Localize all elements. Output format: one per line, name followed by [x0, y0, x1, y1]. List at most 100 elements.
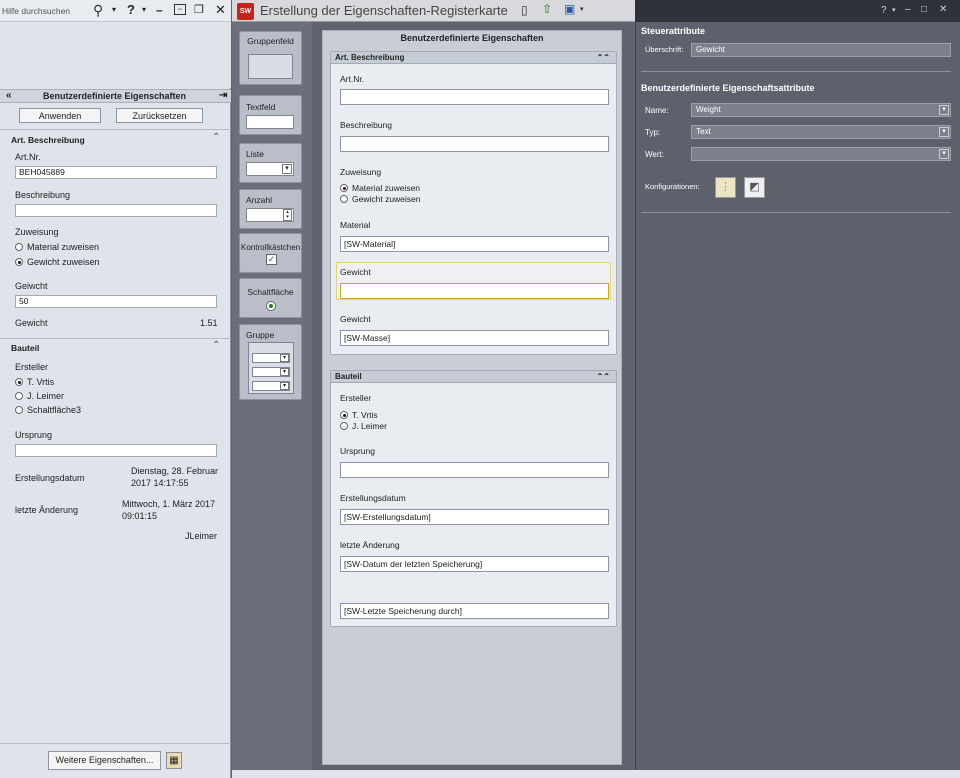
ueberschrift-label: Überschrift:: [645, 45, 684, 54]
help-dropdown-icon[interactable]: ▾: [142, 5, 146, 14]
restore-icon[interactable]: ❐: [194, 3, 204, 16]
wert-select[interactable]: ▾: [691, 147, 951, 161]
open-file-icon[interactable]: ⇧: [542, 2, 552, 16]
radio-material[interactable]: Material zuweisen: [15, 242, 99, 252]
palette-list[interactable]: Liste ▾: [239, 143, 302, 183]
configurations-list-icon[interactable]: ⋮: [715, 177, 736, 198]
radio-selected-icon: [340, 184, 348, 192]
typ-select[interactable]: Text ▾: [691, 125, 951, 139]
steuer-title: Steuerattribute: [641, 26, 706, 36]
ersteller-label: Ersteller: [340, 393, 372, 403]
gewicht-label: Gewicht: [15, 318, 48, 328]
erstdatum-field[interactable]: [SW-Erstellungsdatum]: [340, 509, 609, 525]
help-icon[interactable]: ?: [881, 5, 887, 16]
more-properties-button[interactable]: Weitere Eigenschaften...: [48, 751, 161, 770]
name-label: Name:: [645, 106, 669, 115]
palette-label: Gruppenfeld: [247, 36, 294, 46]
group-art-beschreibung[interactable]: Art. Beschreibung ⌃⌃ Art.Nr. Beschreibung…: [330, 51, 617, 355]
gewicht2-label: Gewicht: [340, 314, 371, 324]
search-dropdown-icon[interactable]: ▾: [112, 5, 116, 14]
radio-ersteller-2[interactable]: J. Leimer: [15, 391, 64, 401]
geiwcht-field[interactable]: 50: [15, 295, 217, 308]
radio-ersteller-1[interactable]: T. Vrtis: [340, 410, 378, 420]
radio-label: Schaltfläche3: [27, 405, 82, 415]
palette-radiobutton[interactable]: Schaltfläche: [239, 278, 302, 318]
collapse-section-icon[interactable]: ⌃: [212, 132, 220, 143]
help-icon[interactable]: ?: [127, 2, 135, 17]
name-select-value: Weight: [696, 105, 721, 114]
radio-ersteller-2[interactable]: J. Leimer: [340, 421, 387, 431]
reset-button[interactable]: Zurücksetzen: [116, 108, 203, 123]
radio-ersteller-1[interactable]: T. Vrtis: [15, 377, 54, 387]
collapse-icon[interactable]: ⌃⌃: [597, 52, 610, 64]
maximize-icon[interactable]: □: [921, 4, 927, 15]
konfig-label: Konfigurationen:: [645, 182, 700, 191]
radio-selected-icon: [15, 378, 23, 386]
gewicht1-field[interactable]: [340, 283, 609, 299]
configurations-select-icon[interactable]: ◩: [744, 177, 765, 198]
ueberschrift-field[interactable]: Gewicht: [691, 43, 951, 57]
artnr-field[interactable]: [340, 89, 609, 105]
by-field[interactable]: [SW-Letzte Speicherung durch]: [340, 603, 609, 619]
close-icon[interactable]: ✕: [215, 2, 226, 18]
list-preview-icon: ▾: [246, 162, 294, 176]
name-select[interactable]: Weight ▾: [691, 103, 951, 117]
radio-icon: [15, 406, 23, 414]
ersteller-label: Ersteller: [15, 362, 49, 372]
material-field[interactable]: [SW-Material]: [340, 236, 609, 252]
artnr-label: Art.Nr.: [340, 74, 365, 84]
new-file-icon[interactable]: ▯: [521, 3, 528, 17]
chevron-down-icon[interactable]: ▾: [939, 127, 949, 137]
palette-number[interactable]: Anzahl ▴ ▾: [239, 189, 302, 229]
minimize-icon[interactable]: –: [156, 3, 163, 17]
ursprung-label: Ursprung: [340, 446, 375, 456]
radio-selected-icon: [15, 258, 23, 266]
palette-label: Kontrollkästchen: [241, 243, 301, 252]
palette-label: Anzahl: [246, 195, 272, 205]
collapse-icon[interactable]: ⌃⌃: [597, 371, 610, 383]
palette-groupbox[interactable]: Gruppenfeld: [239, 31, 302, 85]
bea-title: Benutzerdefinierte Eigenschaftsattribute: [641, 83, 815, 93]
title-bar-right: ? ▾ – □ ✕: [635, 0, 960, 22]
gewicht2-field[interactable]: [SW-Masse]: [340, 330, 609, 346]
palette-textbox[interactable]: Textfeld: [239, 95, 302, 135]
save-dropdown-icon[interactable]: ▾: [580, 5, 584, 13]
letzte-field[interactable]: [SW-Datum der letzten Speicherung]: [340, 556, 609, 572]
search-icon[interactable]: ⚲: [93, 2, 103, 19]
ursprung-field[interactable]: [15, 444, 217, 457]
search-input[interactable]: Hilfe durchsuchen: [2, 6, 70, 16]
letzte-label: letzte Änderung: [15, 505, 79, 515]
beschreibung-field[interactable]: [15, 204, 217, 217]
apply-button[interactable]: Anwenden: [19, 108, 101, 123]
beschreibung-field[interactable]: [340, 136, 609, 152]
chevron-down-icon[interactable]: ▾: [939, 105, 949, 115]
radio-ersteller-3[interactable]: Schaltfläche3: [15, 405, 81, 415]
radio-gewicht[interactable]: Gewicht zuweisen: [15, 257, 100, 267]
property-editor-icon[interactable]: ▦: [166, 752, 182, 769]
radio-material[interactable]: Material zuweisen: [340, 183, 420, 193]
checkbox-checked-icon: ✓: [266, 254, 277, 265]
radio-gewicht[interactable]: Gewicht zuweisen: [340, 194, 421, 204]
pin-icon[interactable]: ⇥: [219, 90, 227, 101]
form-title[interactable]: Benutzerdefinierte Eigenschaften: [323, 33, 621, 43]
letzte-label: letzte Änderung: [340, 540, 400, 550]
palette-checkbox[interactable]: Kontrollkästchen ✓: [239, 233, 302, 273]
artnr-field[interactable]: BEH045889: [15, 166, 217, 179]
close-icon[interactable]: ✕: [939, 4, 947, 15]
palette-group[interactable]: Gruppe ▾ ▾ ▾: [239, 324, 302, 400]
panel-header: « Benutzerdefinierte Eigenschaften ⇥: [0, 89, 231, 103]
radio-icon: [340, 195, 348, 203]
minimize-icon[interactable]: –: [905, 4, 911, 15]
chevron-down-icon[interactable]: ▾: [939, 149, 949, 159]
help-dropdown-icon[interactable]: ▾: [892, 6, 896, 14]
ursprung-label: Ursprung: [15, 430, 53, 440]
collapse-section-icon[interactable]: ⌃: [212, 340, 220, 351]
radio-selected-icon: [266, 301, 276, 311]
section-title-bauteil: Bauteil: [11, 343, 40, 353]
zuweisung-label: Zuweisung: [340, 167, 382, 177]
collapse-left-icon[interactable]: «: [6, 90, 12, 101]
ursprung-field[interactable]: [340, 462, 609, 478]
save-icon[interactable]: ▣: [564, 2, 575, 16]
group-bauteil[interactable]: Bauteil ⌃⌃ Ersteller T. Vrtis J. Leimer U…: [330, 370, 617, 627]
fit-icon[interactable]: ⇔: [174, 4, 186, 15]
